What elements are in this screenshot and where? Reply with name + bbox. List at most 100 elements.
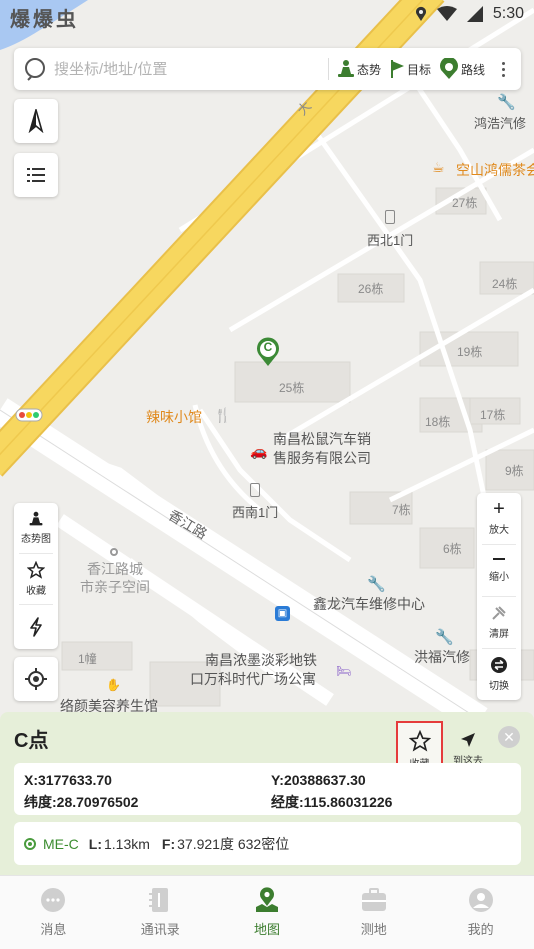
distance-bearing-card: ME-C L: 1.13km F: 37.921度 632密位: [14, 822, 521, 865]
zoom-out-button[interactable]: 缩小: [477, 545, 521, 596]
search-icon[interactable]: [24, 57, 48, 81]
zoom-out-label: 缩小: [489, 572, 509, 583]
map-label: 7栋: [392, 503, 411, 517]
poi-dot-icon: [110, 548, 118, 556]
switch-button[interactable]: 切换: [477, 649, 521, 700]
lightning-icon: [30, 617, 42, 637]
crosshair-icon: [25, 668, 47, 690]
map-label: 26栋: [358, 282, 384, 296]
map-view[interactable]: C 鸿浩汽修 🔧 空山鸿儒茶会 ☕ 27栋 西北1门 26栋 24栋 19栋 2…: [0, 0, 534, 720]
compass-button[interactable]: [14, 99, 58, 143]
layer-list-button[interactable]: [14, 153, 58, 197]
map-label: 6栋: [443, 542, 462, 556]
map-label: 25栋: [279, 381, 305, 395]
nav-messages[interactable]: 消息: [0, 876, 107, 949]
route-icon: [440, 58, 458, 79]
app-brand: 爆爆虫: [10, 9, 79, 31]
broom-icon: [492, 606, 506, 620]
map-label: 辣味小馆: [146, 409, 202, 425]
wrench-icon: 🔧: [435, 629, 454, 646]
beauty-icon: ✋: [106, 678, 121, 692]
origin-dot-icon: [24, 837, 36, 850]
hotel-icon: 🛏: [336, 664, 352, 678]
locate-button[interactable]: [14, 657, 58, 701]
divider: [327, 58, 329, 80]
target-button[interactable]: 目标: [389, 59, 431, 79]
door-icon: [385, 210, 395, 224]
map-label: 西南1门: [232, 505, 279, 520]
compass-icon: [28, 109, 44, 133]
list-icon: [27, 168, 45, 182]
nav-map[interactable]: 地图: [214, 876, 321, 949]
situation-icon: [337, 60, 354, 77]
nav-mine-label: 我的: [467, 922, 494, 937]
nav-survey[interactable]: 测地: [320, 876, 427, 949]
marker-letter: C: [263, 340, 273, 354]
star-icon: [408, 729, 431, 751]
x-coordinate: X:3177633.70: [24, 772, 112, 788]
longitude: 经度:115.86031226: [271, 794, 393, 810]
status-bar: 爆爆虫 5:30: [0, 0, 534, 32]
tea-icon: ☕: [432, 159, 445, 175]
map-label: 18栋: [425, 415, 451, 429]
nav-contacts[interactable]: 通讯录: [107, 876, 214, 949]
wrench-icon: 🔧: [367, 576, 386, 593]
star-icon: [27, 561, 45, 579]
nav-contacts-label: 通讯录: [140, 922, 180, 937]
map-label: 鸿浩汽修: [474, 116, 527, 131]
situation-button[interactable]: 态势: [337, 59, 381, 79]
map-pin-icon: [254, 887, 280, 913]
clear-screen-label: 清屏: [489, 629, 509, 640]
map-label: 9栋: [505, 464, 524, 478]
route-button[interactable]: 路线: [439, 58, 485, 80]
wifi-icon: [436, 6, 457, 21]
wrench-icon: 🔧: [497, 94, 516, 111]
zoom-in-label: 放大: [489, 525, 509, 536]
route-label: 路线: [460, 62, 485, 77]
left-toolbar: 态势图 收藏: [14, 503, 58, 649]
nav-mine[interactable]: 我的: [427, 876, 534, 949]
situation-icon: [29, 511, 43, 526]
nav-map-label: 地图: [253, 922, 280, 937]
origin-code: ME-C: [43, 835, 79, 852]
bus-icon: ▣: [275, 606, 290, 621]
map-label: 24栋: [492, 277, 518, 291]
map-label: 27栋: [452, 196, 478, 210]
map-label: 1幢: [78, 652, 97, 666]
signal-icon: [466, 6, 483, 22]
search-input[interactable]: [54, 60, 328, 78]
plus-icon: +: [493, 498, 505, 520]
latitude: 纬度:28.70976502: [24, 794, 139, 810]
situation-map-button[interactable]: 态势图: [14, 503, 58, 553]
nav-survey-label: 测地: [360, 922, 387, 937]
briefcase-icon: [361, 887, 387, 913]
map-label: 19栋: [457, 345, 483, 359]
close-icon[interactable]: ✕: [498, 726, 520, 748]
map-label: 洪福汽修: [414, 649, 470, 665]
zoom-in-button[interactable]: + 放大: [477, 493, 521, 544]
map-label: 市亲子空间: [80, 579, 150, 595]
navigation-arrow-icon: [461, 732, 475, 747]
restaurant-icon: 🍴: [214, 407, 232, 423]
favorite-tool-button[interactable]: 收藏: [14, 554, 58, 604]
minus-icon: [493, 558, 505, 560]
status-icons: 5:30: [415, 5, 524, 23]
right-toolbar: + 放大 缩小 清屏 切换: [477, 493, 521, 700]
more-menu-icon[interactable]: [493, 56, 513, 82]
bottom-navigation: 消息 通讯录 地图 测地 我的: [0, 875, 534, 949]
map-label: 香江路城: [87, 561, 143, 577]
map-label: 17栋: [480, 408, 506, 422]
flag-icon: [390, 60, 404, 78]
point-c-marker[interactable]: C: [255, 337, 281, 367]
door-icon: [250, 483, 260, 497]
map-label: 空山鸿儒茶会: [456, 162, 534, 178]
map-label: 西北1门: [367, 233, 414, 248]
situation-label: 态势: [356, 62, 381, 77]
swap-icon: [491, 657, 507, 673]
bearing-value: 37.921度 632密位: [177, 835, 290, 852]
nav-messages-label: 消息: [40, 922, 67, 937]
coordinates-card: X:3177633.70 Y:20388637.30 纬度:28.7097650…: [14, 763, 521, 815]
clear-screen-button[interactable]: 清屏: [477, 597, 521, 648]
flash-button[interactable]: [14, 605, 58, 649]
map-label: 鑫龙汽车维修中心: [313, 596, 425, 612]
